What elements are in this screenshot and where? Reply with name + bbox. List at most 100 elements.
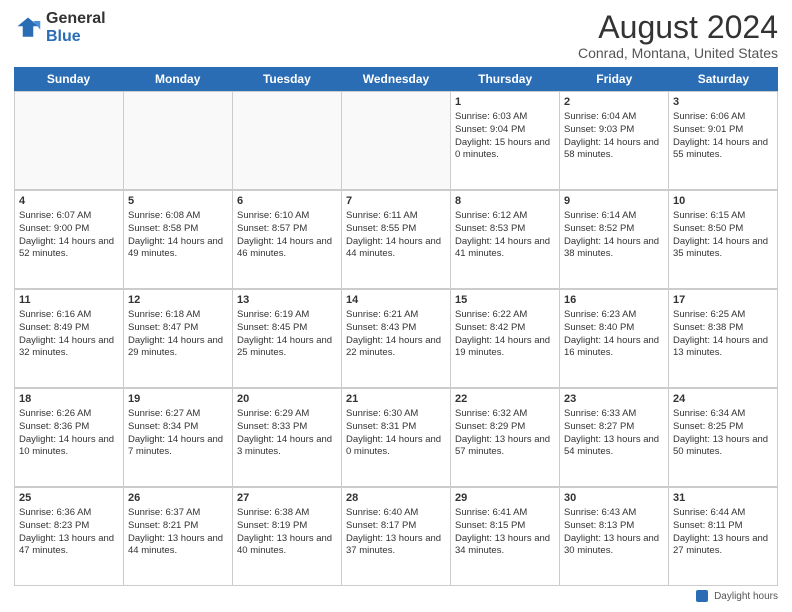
sunrise-text: Sunrise: 6:36 AM xyxy=(19,507,119,520)
header-friday: Friday xyxy=(560,67,669,91)
calendar-cell: 27Sunrise: 6:38 AMSunset: 8:19 PMDayligh… xyxy=(233,488,342,586)
calendar-cell: 17Sunrise: 6:25 AMSunset: 8:38 PMDayligh… xyxy=(669,290,778,388)
day-number: 17 xyxy=(673,293,773,308)
sunset-text: Sunset: 8:23 PM xyxy=(19,520,119,533)
daylight-text: Daylight: 14 hours and 49 minutes. xyxy=(128,236,228,262)
logo-icon xyxy=(14,14,42,42)
day-number: 30 xyxy=(564,491,664,506)
sunrise-text: Sunrise: 6:08 AM xyxy=(128,210,228,223)
logo-blue-text: Blue xyxy=(46,28,106,46)
day-number: 25 xyxy=(19,491,119,506)
sunset-text: Sunset: 8:25 PM xyxy=(673,421,773,434)
sunset-text: Sunset: 8:21 PM xyxy=(128,520,228,533)
calendar-cell: 1Sunrise: 6:03 AMSunset: 9:04 PMDaylight… xyxy=(451,92,560,190)
sunrise-text: Sunrise: 6:29 AM xyxy=(237,408,337,421)
day-number: 15 xyxy=(455,293,555,308)
sunrise-text: Sunrise: 6:27 AM xyxy=(128,408,228,421)
sunrise-text: Sunrise: 6:26 AM xyxy=(19,408,119,421)
daylight-text: Daylight: 13 hours and 30 minutes. xyxy=(564,533,664,559)
sunrise-text: Sunrise: 6:34 AM xyxy=(673,408,773,421)
sunset-text: Sunset: 8:29 PM xyxy=(455,421,555,434)
daylight-text: Daylight: 13 hours and 57 minutes. xyxy=(455,434,555,460)
sunset-text: Sunset: 8:49 PM xyxy=(19,322,119,335)
sunrise-text: Sunrise: 6:06 AM xyxy=(673,111,773,124)
sunset-text: Sunset: 8:36 PM xyxy=(19,421,119,434)
sunrise-text: Sunrise: 6:30 AM xyxy=(346,408,446,421)
logo-general-text: General xyxy=(46,10,106,28)
header: General Blue August 2024 Conrad, Montana… xyxy=(14,10,778,61)
sunset-text: Sunset: 8:31 PM xyxy=(346,421,446,434)
sunrise-text: Sunrise: 6:18 AM xyxy=(128,309,228,322)
daylight-text: Daylight: 14 hours and 13 minutes. xyxy=(673,335,773,361)
sunrise-text: Sunrise: 6:41 AM xyxy=(455,507,555,520)
day-number: 5 xyxy=(128,194,228,209)
header-wednesday: Wednesday xyxy=(341,67,450,91)
sunrise-text: Sunrise: 6:43 AM xyxy=(564,507,664,520)
day-number: 22 xyxy=(455,392,555,407)
daylight-text: Daylight: 14 hours and 46 minutes. xyxy=(237,236,337,262)
legend: Daylight hours xyxy=(14,590,778,602)
sunset-text: Sunset: 9:00 PM xyxy=(19,223,119,236)
sunset-text: Sunset: 8:15 PM xyxy=(455,520,555,533)
sunrise-text: Sunrise: 6:21 AM xyxy=(346,309,446,322)
daylight-text: Daylight: 13 hours and 54 minutes. xyxy=(564,434,664,460)
sunset-text: Sunset: 8:34 PM xyxy=(128,421,228,434)
calendar-cell: 16Sunrise: 6:23 AMSunset: 8:40 PMDayligh… xyxy=(560,290,669,388)
day-number: 12 xyxy=(128,293,228,308)
calendar-cell: 10Sunrise: 6:15 AMSunset: 8:50 PMDayligh… xyxy=(669,191,778,289)
day-number: 13 xyxy=(237,293,337,308)
sunset-text: Sunset: 8:53 PM xyxy=(455,223,555,236)
day-number: 18 xyxy=(19,392,119,407)
title-block: August 2024 Conrad, Montana, United Stat… xyxy=(578,10,778,61)
calendar-cell: 9Sunrise: 6:14 AMSunset: 8:52 PMDaylight… xyxy=(560,191,669,289)
calendar-cell xyxy=(124,92,233,190)
daylight-text: Daylight: 14 hours and 22 minutes. xyxy=(346,335,446,361)
sunset-text: Sunset: 8:52 PM xyxy=(564,223,664,236)
calendar-cell: 14Sunrise: 6:21 AMSunset: 8:43 PMDayligh… xyxy=(342,290,451,388)
daylight-text: Daylight: 15 hours and 0 minutes. xyxy=(455,137,555,163)
daylight-text: Daylight: 14 hours and 25 minutes. xyxy=(237,335,337,361)
day-number: 8 xyxy=(455,194,555,209)
day-number: 11 xyxy=(19,293,119,308)
header-sunday: Sunday xyxy=(14,67,123,91)
calendar-row: 11Sunrise: 6:16 AMSunset: 8:49 PMDayligh… xyxy=(14,289,778,388)
logo-text: General Blue xyxy=(46,10,106,45)
sunset-text: Sunset: 8:42 PM xyxy=(455,322,555,335)
sunset-text: Sunset: 9:01 PM xyxy=(673,124,773,137)
sunset-text: Sunset: 9:04 PM xyxy=(455,124,555,137)
sunrise-text: Sunrise: 6:22 AM xyxy=(455,309,555,322)
calendar-row: 1Sunrise: 6:03 AMSunset: 9:04 PMDaylight… xyxy=(14,91,778,190)
daylight-text: Daylight: 13 hours and 27 minutes. xyxy=(673,533,773,559)
day-number: 9 xyxy=(564,194,664,209)
sunrise-text: Sunrise: 6:38 AM xyxy=(237,507,337,520)
sunset-text: Sunset: 8:33 PM xyxy=(237,421,337,434)
daylight-text: Daylight: 14 hours and 3 minutes. xyxy=(237,434,337,460)
main-title: August 2024 xyxy=(578,10,778,45)
calendar-cell: 7Sunrise: 6:11 AMSunset: 8:55 PMDaylight… xyxy=(342,191,451,289)
header-saturday: Saturday xyxy=(669,67,778,91)
daylight-text: Daylight: 14 hours and 7 minutes. xyxy=(128,434,228,460)
day-number: 16 xyxy=(564,293,664,308)
daylight-text: Daylight: 14 hours and 44 minutes. xyxy=(346,236,446,262)
daylight-text: Daylight: 14 hours and 35 minutes. xyxy=(673,236,773,262)
calendar: Sunday Monday Tuesday Wednesday Thursday… xyxy=(14,67,778,586)
sunset-text: Sunset: 8:45 PM xyxy=(237,322,337,335)
day-number: 28 xyxy=(346,491,446,506)
calendar-cell: 28Sunrise: 6:40 AMSunset: 8:17 PMDayligh… xyxy=(342,488,451,586)
calendar-cell: 23Sunrise: 6:33 AMSunset: 8:27 PMDayligh… xyxy=(560,389,669,487)
daylight-text: Daylight: 14 hours and 41 minutes. xyxy=(455,236,555,262)
sunset-text: Sunset: 8:17 PM xyxy=(346,520,446,533)
sunrise-text: Sunrise: 6:37 AM xyxy=(128,507,228,520)
daylight-text: Daylight: 14 hours and 32 minutes. xyxy=(19,335,119,361)
daylight-text: Daylight: 14 hours and 16 minutes. xyxy=(564,335,664,361)
header-tuesday: Tuesday xyxy=(232,67,341,91)
sunrise-text: Sunrise: 6:04 AM xyxy=(564,111,664,124)
sunset-text: Sunset: 8:43 PM xyxy=(346,322,446,335)
daylight-text: Daylight: 14 hours and 55 minutes. xyxy=(673,137,773,163)
sunrise-text: Sunrise: 6:33 AM xyxy=(564,408,664,421)
day-number: 6 xyxy=(237,194,337,209)
header-monday: Monday xyxy=(123,67,232,91)
legend-label: Daylight hours xyxy=(714,591,778,602)
calendar-cell: 3Sunrise: 6:06 AMSunset: 9:01 PMDaylight… xyxy=(669,92,778,190)
sunrise-text: Sunrise: 6:25 AM xyxy=(673,309,773,322)
